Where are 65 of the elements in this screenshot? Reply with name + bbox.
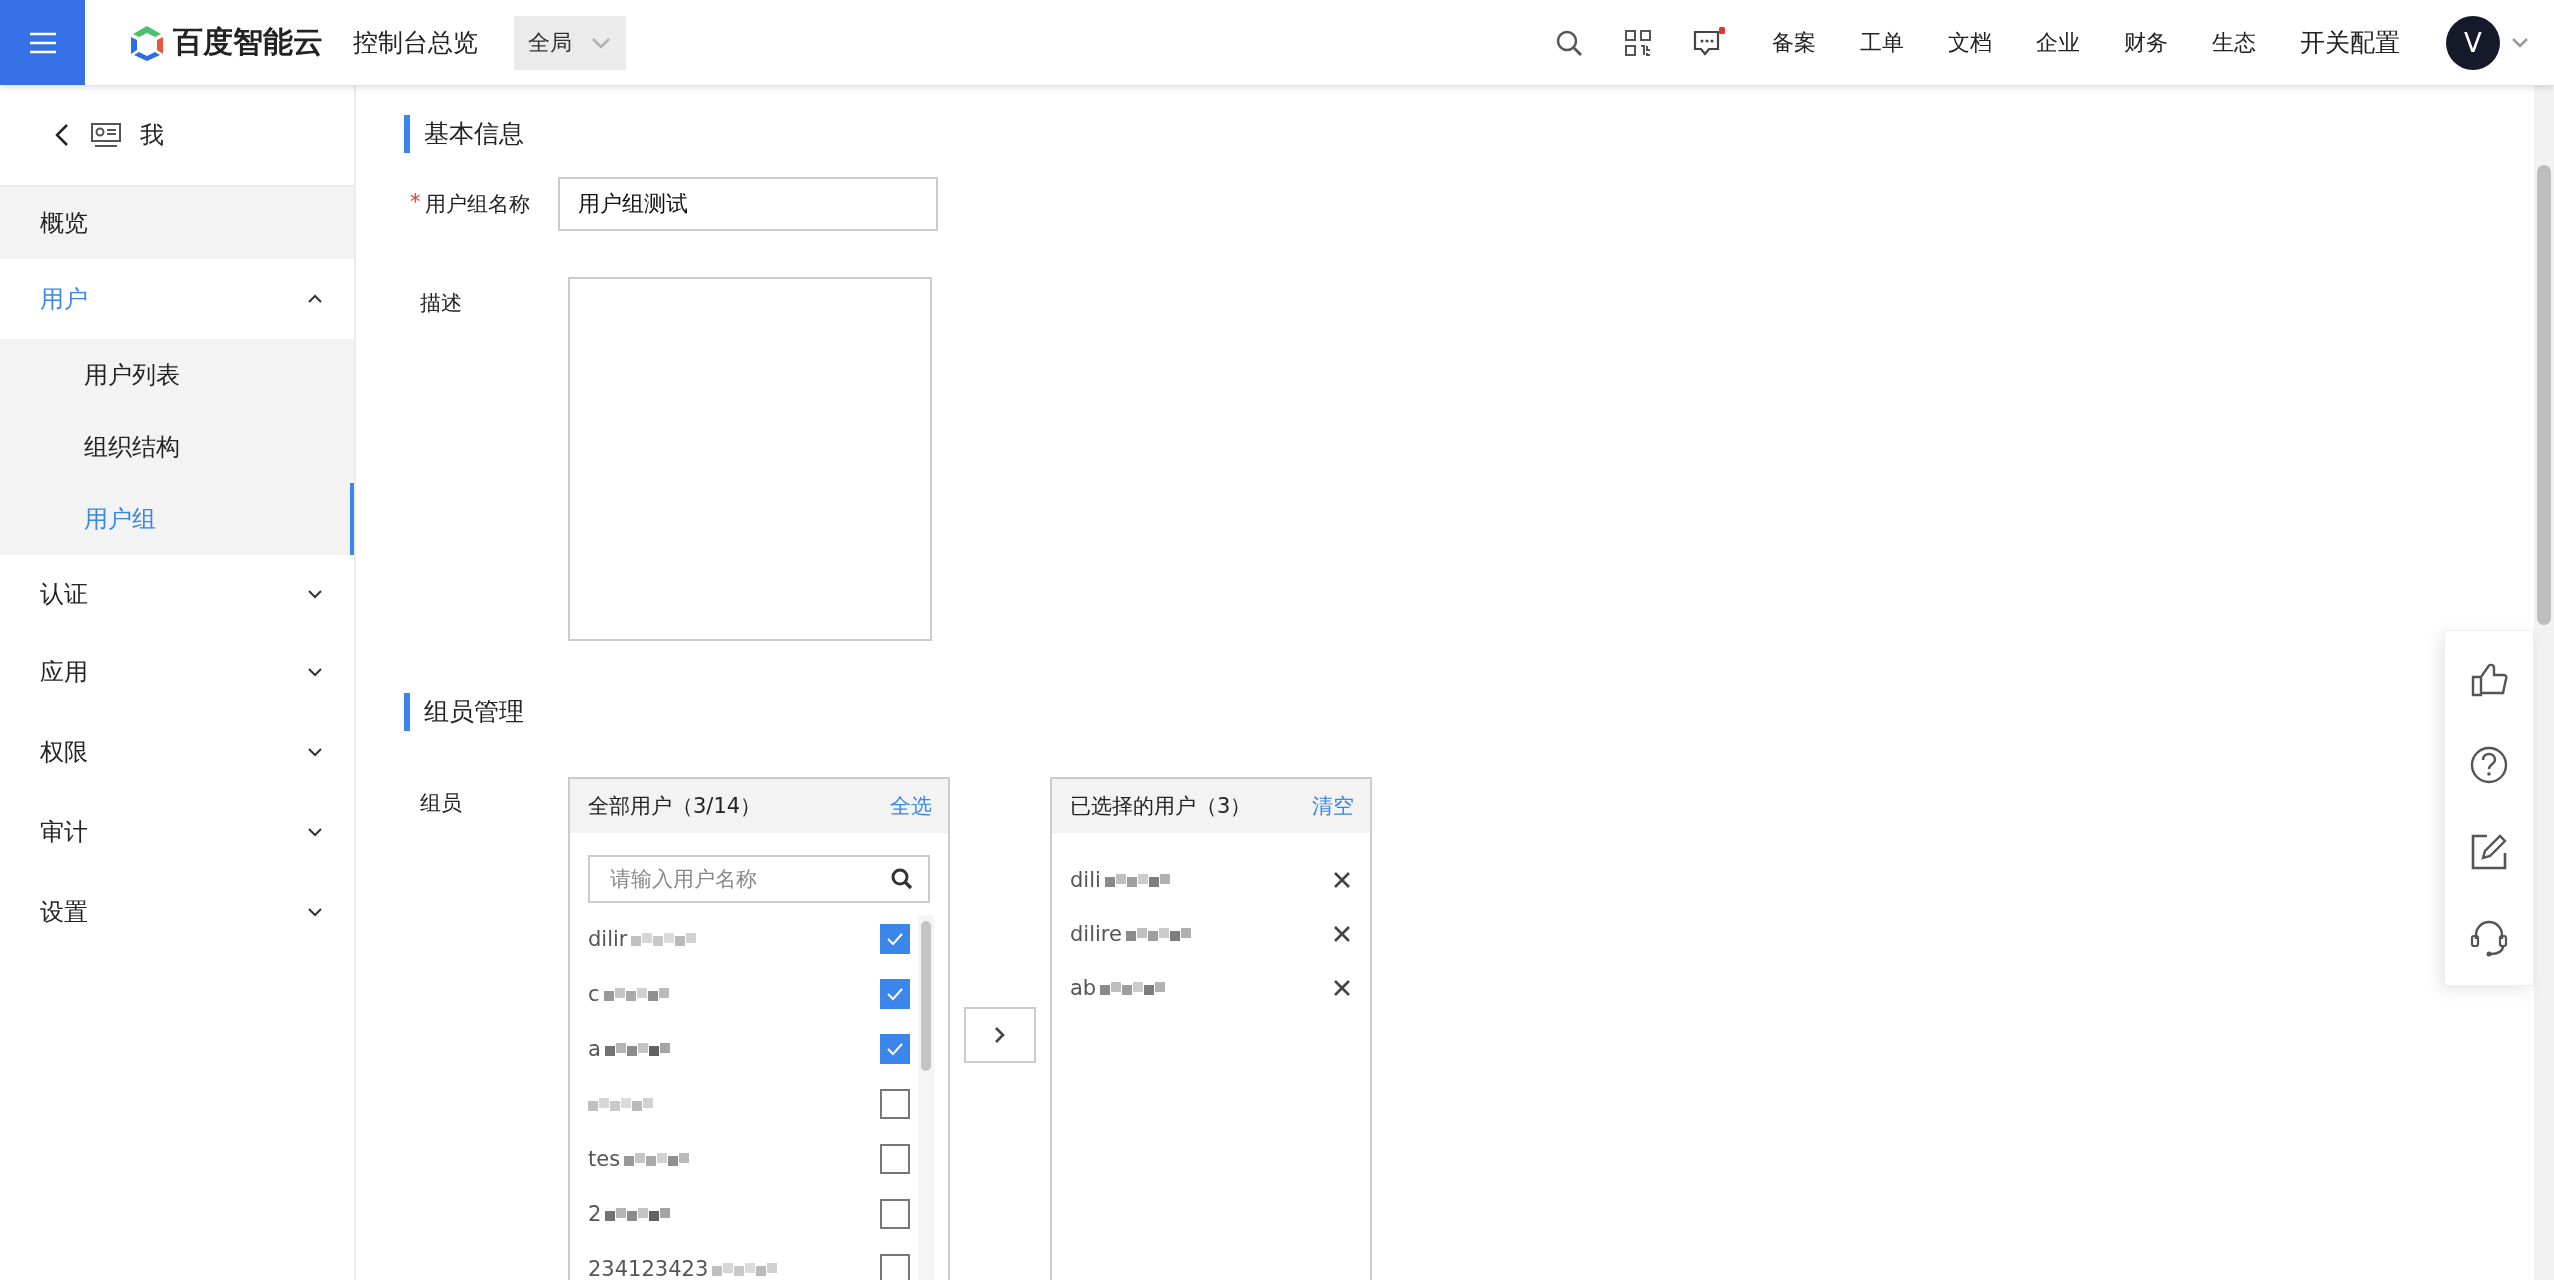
checkbox[interactable] [880, 1088, 910, 1119]
region-select[interactable]: 全局 [514, 15, 626, 70]
nav-link[interactable]: 工单 [1860, 27, 1904, 58]
checkbox[interactable] [880, 1253, 910, 1280]
sidebar-item[interactable]: 审计 [0, 792, 354, 872]
user-name: 2 [588, 1201, 602, 1226]
required-mark: * [410, 190, 421, 216]
nav-link[interactable]: 备案 [1772, 27, 1816, 58]
checkbox[interactable] [880, 1143, 910, 1174]
menu-icon [27, 30, 58, 55]
user-name: dili [1070, 868, 1101, 892]
scrollbar[interactable] [2534, 85, 2554, 1280]
user-name: a [588, 1036, 601, 1061]
chevron-down-icon [306, 906, 324, 918]
chevron-up-icon [306, 293, 324, 305]
checkbox[interactable] [880, 1033, 910, 1064]
user-name: dilire [1070, 922, 1122, 946]
user-name: dilir [588, 926, 628, 951]
id-card-icon [90, 122, 122, 148]
user-name: ab [1070, 976, 1097, 1000]
sidebar-subitem[interactable]: 组织结构 [0, 411, 354, 483]
checkbox[interactable] [880, 923, 910, 954]
user-name: tes [588, 1146, 621, 1171]
chevron-down-icon [590, 35, 612, 50]
chevron-down-icon[interactable] [2510, 35, 2530, 50]
sidebar-item[interactable]: 设置 [0, 872, 354, 952]
sidebar-item[interactable]: 用户 [0, 259, 354, 339]
user-name: c [588, 981, 600, 1006]
sidebar-item[interactable]: 概览 [0, 187, 354, 259]
sidebar-item[interactable]: 权限 [0, 712, 354, 792]
sidebar-subitem[interactable]: 用户列表 [0, 339, 354, 411]
scrollbar[interactable] [918, 915, 934, 1280]
description-field[interactable] [568, 277, 932, 641]
checkbox[interactable] [880, 978, 910, 1009]
search-icon[interactable] [890, 867, 914, 891]
close-icon[interactable] [1332, 924, 1352, 944]
console-title[interactable]: 控制台总览 [353, 26, 478, 59]
avatar[interactable]: V [2446, 15, 2500, 70]
nav-link[interactable]: 文档 [1948, 27, 1992, 58]
field-label: 描述 [420, 290, 462, 317]
chevron-down-icon [306, 587, 324, 600]
sidebar-item[interactable]: 认证 [0, 555, 354, 632]
panel-title: 全部用户（3/14） [588, 793, 762, 820]
search-field[interactable]: 请输入用户名称 [588, 855, 930, 903]
chevron-down-icon [306, 746, 324, 758]
nav-link[interactable]: 开关配置 [2300, 26, 2400, 59]
field-label: 用户组名称 [424, 191, 530, 218]
field-label: 组员 [420, 790, 462, 817]
chevron-down-icon [306, 826, 324, 838]
sidebar-item[interactable]: 应用 [0, 632, 354, 712]
input-field[interactable]: 用户组测试 [558, 177, 938, 231]
chevron-down-icon [306, 666, 324, 678]
checkbox[interactable] [880, 1198, 910, 1229]
sidebar-title: 我 [140, 120, 164, 151]
help-icon[interactable] [2469, 745, 2509, 785]
qr-code-icon[interactable] [1624, 28, 1652, 57]
close-icon[interactable] [1332, 978, 1352, 998]
panel-title: 已选择的用户（3） [1070, 793, 1252, 820]
close-icon[interactable] [1332, 870, 1352, 890]
logo-text: 百度智能云 [173, 23, 323, 61]
menu-button[interactable] [0, 0, 85, 85]
nav-link[interactable]: 财务 [2124, 27, 2168, 58]
nav-link[interactable]: 生态 [2212, 27, 2256, 58]
user-name: 234123423 [588, 1256, 709, 1280]
nav-link[interactable]: 企业 [2036, 27, 2080, 58]
